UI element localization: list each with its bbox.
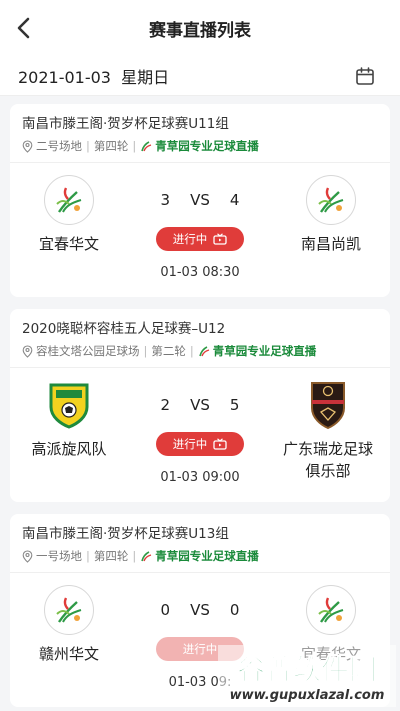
shield-badge-icon bbox=[49, 383, 89, 429]
away-team[interactable]: 南昌尚凯 bbox=[276, 175, 386, 255]
away-score: 0 bbox=[229, 601, 240, 619]
plant-logo-icon bbox=[318, 187, 344, 213]
page-title: 赛事直播列表 bbox=[149, 20, 251, 41]
live-status-button[interactable]: 进行中 bbox=[156, 227, 244, 251]
match-card[interactable]: 南昌市滕王阁·贺岁杯足球赛U13组 一号场地 | 第四轮 | 青草园专业足球直播… bbox=[10, 514, 390, 707]
divider: | bbox=[132, 549, 137, 563]
match-meta: 二号场地 | 第四轮 | 青草园专业足球直播 bbox=[22, 138, 378, 154]
venue-label: 容桂文塔公园足球场 bbox=[36, 344, 140, 358]
match-meta: 容桂文塔公园足球场 | 第二轮 | 青草园专业足球直播 bbox=[22, 343, 378, 359]
venue-label: 二号场地 bbox=[36, 139, 82, 153]
away-team-logo bbox=[306, 175, 356, 225]
match-card-header: 2020晓聪杯容桂五人足球赛–U12 容桂文塔公园足球场 | 第二轮 | 青草园… bbox=[10, 309, 390, 368]
kickoff-time: 01-03 08:30 bbox=[160, 265, 240, 280]
kickoff-time: 01-03 09:00 bbox=[160, 470, 240, 485]
divider: | bbox=[189, 344, 194, 358]
home-team-logo bbox=[44, 175, 94, 225]
home-team-logo bbox=[44, 380, 94, 430]
away-score: 4 bbox=[229, 191, 240, 209]
kickoff-time: 01-03 09: bbox=[168, 675, 232, 690]
match-card[interactable]: 2020晓聪杯容桂五人足球赛–U12 容桂文塔公园足球场 | 第二轮 | 青草园… bbox=[10, 309, 390, 502]
calendar-button[interactable] bbox=[354, 65, 376, 87]
match-card-body: 宜春华文 3 VS 4 进行中 01-03 08:30 南昌尚凯 bbox=[10, 163, 390, 297]
plant-logo-icon bbox=[56, 187, 82, 213]
away-team-name-line1: 广东瑞龙足球 bbox=[282, 440, 373, 458]
location-pin-icon bbox=[22, 549, 33, 563]
plant-logo-icon bbox=[56, 597, 82, 623]
home-team-name: 高派旋风队 bbox=[31, 440, 107, 458]
tournament-name: 2020晓聪杯容桂五人足球赛–U12 bbox=[22, 321, 226, 337]
match-card-header: 南昌市滕王阁·贺岁杯足球赛U11组 二号场地 | 第四轮 | 青草园专业足球直播 bbox=[10, 104, 390, 163]
crest-badge-icon bbox=[311, 382, 345, 430]
match-card[interactable]: 南昌市滕王阁·贺岁杯足球赛U11组 二号场地 | 第四轮 | 青草园专业足球直播… bbox=[10, 104, 390, 297]
divider: | bbox=[132, 139, 137, 153]
home-team-logo bbox=[44, 585, 94, 635]
home-team[interactable]: 宜春华文 bbox=[14, 175, 124, 255]
home-team[interactable]: 赣州华文 bbox=[14, 585, 124, 665]
status-label: 进行中 bbox=[172, 232, 208, 246]
score-block: 2 VS 5 进行中 01-03 09:00 bbox=[135, 368, 265, 485]
vs-label: VS bbox=[190, 396, 210, 414]
divider: | bbox=[86, 139, 90, 153]
date-bar: 2021-01-03 星期日 bbox=[0, 56, 400, 96]
home-score: 2 bbox=[160, 396, 171, 414]
match-card-body: 赣州华文 0 VS 0 进行中 01-03 09: 宜春华文 bbox=[10, 573, 390, 707]
match-card-body: 高派旋风队 2 VS 5 进行中 01-03 09:00 广东瑞龙足球 俱乐部 bbox=[10, 368, 390, 502]
tv-icon bbox=[213, 233, 227, 245]
away-team-name-line2: 俱乐部 bbox=[305, 462, 351, 480]
away-team-name: 广东瑞龙足球 俱乐部 bbox=[266, 438, 390, 482]
status-label: 进行中 bbox=[182, 642, 218, 656]
home-team-name: 赣州华文 bbox=[38, 645, 99, 663]
calendar-icon bbox=[356, 66, 374, 85]
away-team[interactable]: 宜春华文 bbox=[276, 585, 386, 665]
away-score: 5 bbox=[229, 396, 240, 414]
home-team-name: 宜春华文 bbox=[38, 235, 99, 253]
plant-logo-icon bbox=[318, 597, 344, 623]
location-pin-icon bbox=[22, 139, 33, 153]
tv-icon bbox=[213, 438, 227, 450]
live-status-button[interactable]: 进行中 bbox=[156, 432, 244, 456]
grass-logo-icon bbox=[141, 141, 152, 152]
vs-label: VS bbox=[190, 601, 210, 619]
match-list: 南昌市滕王阁·贺岁杯足球赛U11组 二号场地 | 第四轮 | 青草园专业足球直播… bbox=[0, 96, 400, 707]
venue-label: 一号场地 bbox=[36, 549, 82, 563]
scoreline: 3 VS 4 bbox=[135, 191, 265, 209]
grass-logo-icon bbox=[198, 346, 209, 357]
away-team-name: 宜春华文 bbox=[300, 645, 361, 663]
away-team-name: 南昌尚凯 bbox=[300, 235, 361, 253]
status-label: 进行中 bbox=[172, 437, 208, 451]
score-block: 0 VS 0 进行中 01-03 09: bbox=[135, 573, 265, 690]
away-team[interactable]: 广东瑞龙足球 俱乐部 bbox=[266, 380, 390, 482]
back-button[interactable] bbox=[10, 14, 38, 42]
chevron-left-icon bbox=[17, 17, 30, 39]
location-pin-icon bbox=[22, 344, 33, 358]
tournament-name: 南昌市滕王阁·贺岁杯足球赛U13组 bbox=[22, 526, 229, 542]
divider: | bbox=[86, 549, 90, 563]
home-score: 0 bbox=[160, 601, 171, 619]
broadcaster-label: 青草园专业足球直播 bbox=[155, 139, 259, 153]
home-team[interactable]: 高派旋风队 bbox=[14, 380, 124, 460]
home-score: 3 bbox=[160, 191, 171, 209]
away-team-logo bbox=[306, 585, 356, 635]
match-card-header: 南昌市滕王阁·贺岁杯足球赛U13组 一号场地 | 第四轮 | 青草园专业足球直播 bbox=[10, 514, 390, 573]
vs-label: VS bbox=[190, 191, 210, 209]
score-block: 3 VS 4 进行中 01-03 08:30 bbox=[135, 163, 265, 280]
scoreline: 2 VS 5 bbox=[135, 396, 265, 414]
round-label: 第四轮 bbox=[93, 139, 129, 153]
away-team-logo bbox=[303, 380, 353, 430]
nav-bar: 赛事直播列表 bbox=[0, 0, 400, 56]
divider: | bbox=[143, 344, 148, 358]
round-label: 第四轮 bbox=[93, 549, 129, 563]
broadcaster-label: 青草园专业足球直播 bbox=[212, 344, 317, 358]
scoreline: 0 VS 0 bbox=[135, 601, 265, 619]
live-status-button[interactable]: 进行中 bbox=[156, 637, 244, 661]
match-meta: 一号场地 | 第四轮 | 青草园专业足球直播 bbox=[22, 548, 378, 564]
round-label: 第二轮 bbox=[151, 344, 186, 358]
tournament-name: 南昌市滕王阁·贺岁杯足球赛U11组 bbox=[22, 116, 229, 132]
broadcaster-label: 青草园专业足球直播 bbox=[155, 549, 259, 563]
date-label[interactable]: 2021-01-03 星期日 bbox=[18, 64, 169, 88]
grass-logo-icon bbox=[141, 551, 152, 562]
